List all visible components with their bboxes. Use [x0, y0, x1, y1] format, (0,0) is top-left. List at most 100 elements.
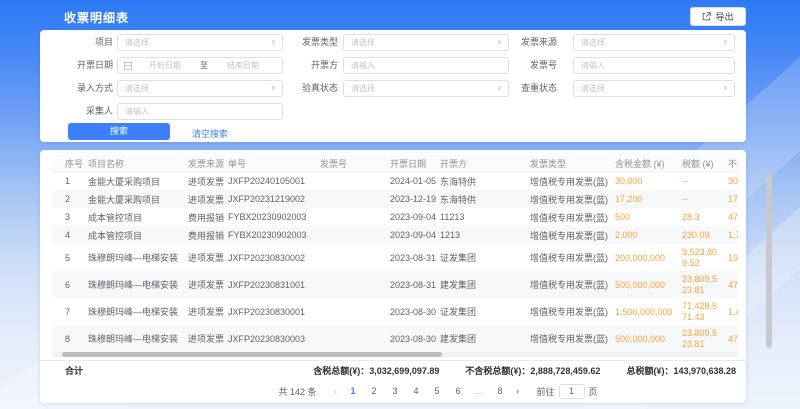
cell-date: 2023-08-30 — [390, 334, 440, 344]
verify-status-select[interactable]: 请选择 ∨ — [343, 80, 509, 97]
invoice-date-range-picker[interactable]: 开始日期 至 结束日期 — [117, 57, 283, 74]
chevron-down-icon: ∨ — [271, 81, 276, 96]
cell-issuer: 1213 — [440, 230, 530, 240]
column-header: 含税金额 (¥) — [615, 157, 682, 170]
page-button[interactable]: 4 — [409, 383, 424, 399]
page-button[interactable]: 1 — [346, 383, 361, 399]
entry-method-select[interactable]: 请选择 ∨ — [117, 80, 283, 97]
column-header: 开票方 — [440, 157, 530, 170]
cell-amount_excl: 1,428,571,428.57 — [728, 307, 738, 317]
invoice-source-select[interactable]: 请选择 ∨ — [573, 34, 735, 51]
column-header: 发票来源 — [188, 157, 228, 170]
tax-incl-total: 含税总额(¥)：3,032,699,097.89 — [313, 364, 439, 377]
cell-amount_incl: 500 — [615, 212, 682, 222]
page-button[interactable]: 8 — [493, 383, 508, 399]
cell-amount_incl: 500,000,000 — [615, 334, 682, 344]
cell-date: 2023-09-04 — [390, 212, 440, 222]
clear-search-link[interactable]: 清空搜索 — [192, 127, 228, 140]
cell-date: 2023-08-31 — [390, 280, 440, 290]
cell-issuer: 证发集团 — [440, 305, 530, 318]
export-icon — [702, 12, 711, 21]
cell-amount_excl: 30,000 — [728, 176, 738, 186]
invoice-no-placeholder: 请输入 — [581, 61, 605, 70]
column-header: 不含税金额 (¥) — [728, 157, 738, 170]
cell-type: 增值税专用发票(蓝) — [530, 175, 615, 188]
date-end-placeholder: 结束日期 — [210, 58, 276, 73]
table-scroll-area: 序号项目名称发票来源单号发票号开票日期开票方发票类型含税金额 (¥)税额 (¥)… — [52, 155, 738, 352]
horizontal-scrollbar-thumb[interactable] — [62, 352, 442, 357]
issuer-placeholder: 请输入 — [351, 61, 375, 70]
pagination: 共 142 条 ‹ 123456...8 › 前往 1 页 — [40, 383, 746, 399]
chevron-down-icon: ∨ — [271, 35, 276, 50]
cell-no: 2 — [65, 194, 88, 204]
dup-status-placeholder: 请选择 — [581, 84, 605, 93]
horizontal-scrollbar[interactable] — [52, 352, 738, 357]
filter-label-invoice-no: 发票号 — [497, 57, 557, 74]
cell-type: 增值税专用发票(蓝) — [530, 229, 615, 242]
cell-date: 2023-12-19 — [390, 194, 440, 204]
vertical-scrollbar[interactable] — [766, 172, 772, 348]
cell-type: 增值税专用发票(蓝) — [530, 193, 615, 206]
goto-page-input[interactable]: 1 — [559, 384, 585, 399]
page-title: 收票明细表 — [64, 9, 129, 26]
table-row: 7珠穆朗玛峰—电梯安装进项发票JXFP202308300012023-08-30… — [52, 298, 738, 325]
invoice-type-select[interactable]: 请选择 ∨ — [343, 34, 509, 51]
filter-label-issuer: 开票方 — [278, 57, 338, 74]
cell-amount_incl: 1,500,000,000 — [615, 307, 682, 317]
cell-type: 增值税专用发票(蓝) — [530, 251, 615, 264]
tax-incl-total-value: 3,032,699,097.89 — [369, 366, 439, 376]
page-button[interactable]: 6 — [451, 383, 466, 399]
filter-label-invoice-type: 发票类型 — [278, 34, 338, 51]
column-header: 单号 — [228, 157, 320, 170]
column-header: 序号 — [65, 157, 88, 170]
filter-label-invoice-date: 开票日期 — [53, 57, 113, 74]
cell-project: 珠穆朗玛峰—电梯安装 — [88, 305, 188, 318]
cell-tax: 230.09 — [682, 230, 728, 240]
collector-input[interactable]: 请输入 — [117, 103, 283, 120]
cell-date: 2023-08-30 — [390, 307, 440, 317]
cell-source: 费用报销 — [188, 229, 228, 242]
search-button[interactable]: 搜索 — [68, 123, 170, 140]
next-page-button[interactable]: › — [511, 386, 525, 396]
cell-no: 7 — [65, 307, 88, 317]
column-header: 发票类型 — [530, 157, 615, 170]
page-button[interactable]: 3 — [388, 383, 403, 399]
cell-amount_incl: 500,000,000 — [615, 280, 682, 290]
invoice-no-input[interactable]: 请输入 — [573, 57, 735, 74]
cell-order_no: FYBX20230902003 — [228, 212, 320, 222]
cell-no: 8 — [65, 334, 88, 344]
filter-label-entry-method: 录入方式 — [53, 80, 113, 97]
cell-order_no: JXFP20231219002 — [228, 194, 320, 204]
filter-label-verify-status: 验真状态 — [278, 80, 338, 97]
page-button[interactable]: 2 — [367, 383, 382, 399]
cell-type: 增值税专用发票(蓝) — [530, 332, 615, 345]
cell-order_no: FYBX20230902003 — [228, 230, 320, 240]
cell-amount_excl: 17,200 — [728, 194, 738, 204]
table-body: 1金能大厦采购项目进项发票JXFP202401050012024-01-05东海… — [52, 172, 738, 352]
column-header: 项目名称 — [88, 157, 188, 170]
cell-project: 珠穆朗玛峰—电梯安装 — [88, 332, 188, 345]
chevron-down-icon: ∨ — [723, 81, 728, 96]
prev-page-button[interactable]: ‹ — [329, 386, 343, 396]
dup-status-select[interactable]: 请选择 ∨ — [573, 80, 735, 97]
export-button[interactable]: 导出 — [690, 7, 746, 26]
page-button[interactable]: 5 — [430, 383, 445, 399]
cell-amount_incl: 200,000,000 — [615, 253, 682, 263]
cell-type: 增值税专用发票(蓝) — [530, 305, 615, 318]
cell-tax: -- — [682, 194, 728, 204]
cell-source: 费用报销 — [188, 211, 228, 224]
table-header: 序号项目名称发票来源单号发票号开票日期开票方发票类型含税金额 (¥)税额 (¥)… — [52, 155, 738, 172]
cell-issuer: 建发集团 — [440, 332, 530, 345]
cell-tax: 23,809,523.81 — [682, 274, 728, 296]
date-start-placeholder: 开始日期 — [132, 58, 198, 73]
project-placeholder: 请选择 — [125, 38, 149, 47]
cell-issuer: 东海特供 — [440, 193, 530, 206]
invoice-table-panel: 序号项目名称发票来源单号发票号开票日期开票方发票类型含税金额 (¥)税额 (¥)… — [40, 150, 746, 403]
page-ellipsis: ... — [472, 383, 487, 399]
cell-tax: 28.3 — [682, 212, 728, 222]
cell-tax: -- — [682, 176, 728, 186]
project-select[interactable]: 请选择 ∨ — [117, 34, 283, 51]
table-row: 1金能大厦采购项目进项发票JXFP202401050012024-01-05东海… — [52, 172, 738, 190]
table-row: 6珠穆朗玛峰—电梯安装进项发票JXFP202308310012023-08-31… — [52, 271, 738, 298]
issuer-input[interactable]: 请输入 — [343, 57, 509, 74]
